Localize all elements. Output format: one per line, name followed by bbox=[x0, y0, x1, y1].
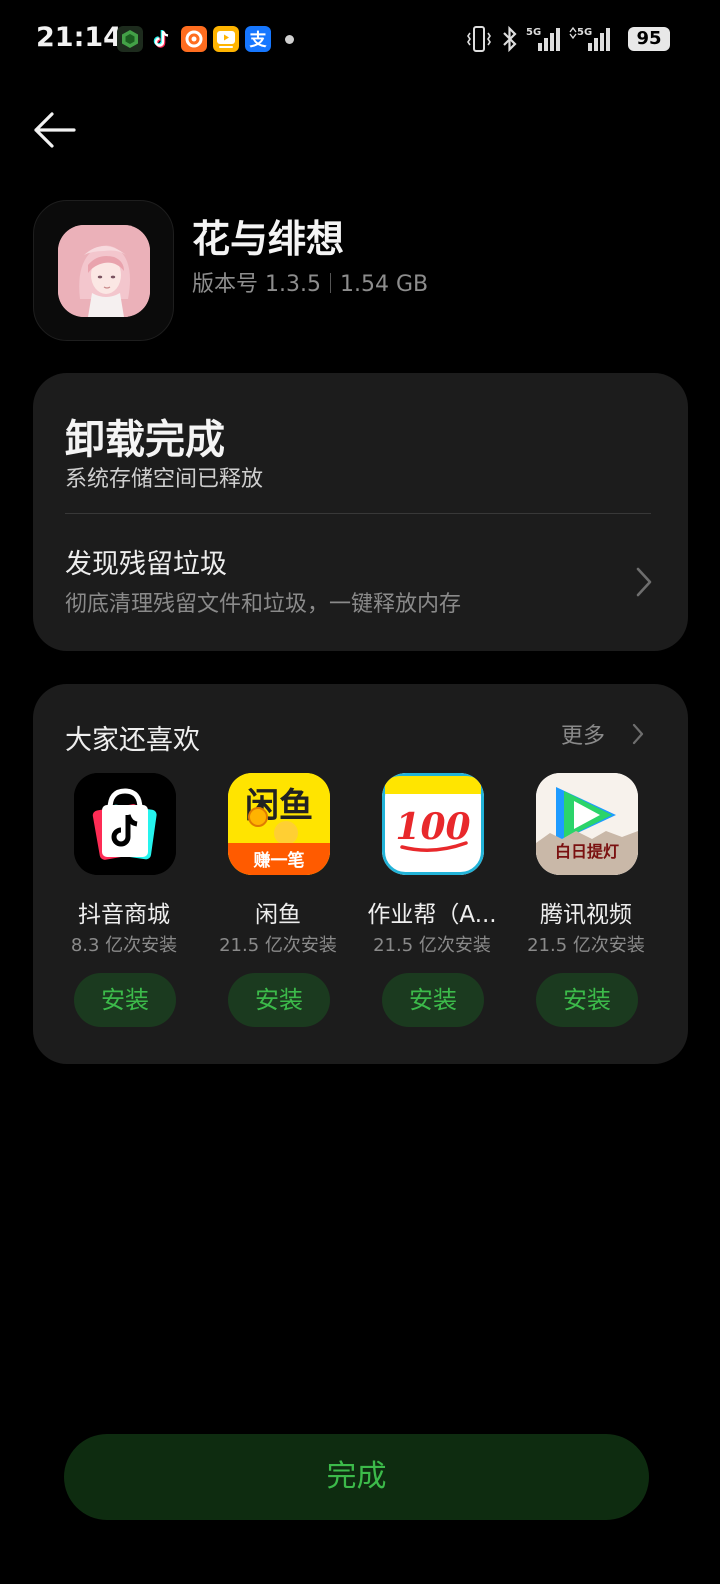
install-count: 21.5 亿次安装 bbox=[373, 935, 491, 956]
chevron-right-icon bbox=[636, 567, 652, 597]
recommended-app[interactable]: 白日提灯 腾讯视频 21.5 亿次安装 安装 bbox=[516, 773, 656, 1033]
douyin-mall-icon bbox=[74, 773, 176, 875]
app-size: 1.54 GB bbox=[339, 272, 429, 297]
app-name: 花与绯想 bbox=[192, 217, 345, 261]
douyin-icon bbox=[149, 26, 175, 52]
install-button[interactable]: 安装 bbox=[228, 973, 330, 1027]
app-meta: 版本号 1.3.5 1.54 GB bbox=[192, 266, 428, 298]
app-name: 闲鱼 bbox=[255, 902, 301, 928]
back-arrow-icon bbox=[34, 112, 76, 148]
app-name: 抖音商城 bbox=[78, 902, 170, 928]
app-name: 作业帮（A... bbox=[367, 902, 497, 928]
xianyu-icon: 闲鱼 赚一笔 bbox=[228, 773, 330, 875]
install-count: 21.5 亿次安装 bbox=[219, 935, 337, 956]
icon-text: 赚一笔 bbox=[253, 850, 305, 871]
install-button[interactable]: 安装 bbox=[536, 973, 638, 1027]
zuoyebang-icon: 100 bbox=[382, 773, 484, 875]
svg-text:5G: 5G bbox=[577, 27, 592, 38]
icon-text: 白日提灯 bbox=[555, 842, 619, 861]
more-button[interactable]: 更多 bbox=[561, 718, 644, 749]
done-button[interactable]: 完成 bbox=[64, 1434, 649, 1520]
install-button[interactable]: 安装 bbox=[74, 973, 176, 1027]
install-count: 21.5 亿次安装 bbox=[527, 935, 645, 956]
recommended-app[interactable]: 100 作业帮（A... 21.5 亿次安装 安装 bbox=[362, 773, 502, 1033]
install-button[interactable]: 安装 bbox=[382, 973, 484, 1027]
security-app-icon bbox=[117, 26, 143, 52]
anime-avatar-icon bbox=[58, 225, 150, 317]
tencent-video-icon: 白日提灯 bbox=[536, 773, 638, 875]
battery-indicator: 95 bbox=[628, 27, 670, 51]
recommended-app[interactable]: 抖音商城 8.3 亿次安装 安装 bbox=[54, 773, 194, 1033]
status-bar: 21:14 支 5G 5G 95 bbox=[0, 0, 720, 80]
meta-divider bbox=[329, 273, 331, 293]
app-icon-frame bbox=[33, 200, 174, 341]
uninstall-subtitle: 系统存储空间已释放 bbox=[65, 467, 264, 492]
uninstall-result-card: 卸载完成 系统存储空间已释放 发现残留垃圾 彻底清理残留文件和垃圾，一键释放内存 bbox=[33, 373, 688, 651]
junk-subtitle: 彻底清理残留文件和垃圾，一键释放内存 bbox=[65, 592, 462, 617]
junk-title: 发现残留垃圾 bbox=[65, 549, 227, 580]
svg-text:5G: 5G bbox=[526, 27, 541, 38]
alipay-icon: 支 bbox=[245, 26, 271, 52]
recommendations-title: 大家还喜欢 bbox=[65, 725, 200, 756]
bluetooth-icon bbox=[503, 25, 517, 53]
app-name: 腾讯视频 bbox=[540, 902, 632, 928]
app-version: 版本号 1.3.5 bbox=[192, 272, 321, 297]
status-time: 21:14 bbox=[36, 22, 122, 53]
icon-text: 100 bbox=[395, 806, 470, 848]
app-icon-orange bbox=[181, 26, 207, 52]
svg-text:支: 支 bbox=[250, 30, 268, 51]
video-app-icon bbox=[213, 26, 239, 52]
signal-icon-1: 5G bbox=[526, 27, 560, 51]
more-label: 更多 bbox=[561, 724, 606, 749]
residual-junk-row[interactable]: 发现残留垃圾 彻底清理残留文件和垃圾，一键释放内存 bbox=[33, 514, 688, 651]
chevron-right-icon bbox=[632, 723, 644, 745]
back-button[interactable] bbox=[30, 108, 82, 152]
install-count: 8.3 亿次安装 bbox=[70, 935, 178, 956]
recommended-app[interactable]: 闲鱼 赚一笔 闲鱼 21.5 亿次安装 安装 bbox=[208, 773, 348, 1033]
uninstall-title: 卸载完成 bbox=[65, 417, 225, 463]
more-notifications-dot bbox=[285, 35, 294, 44]
app-icon bbox=[58, 225, 150, 317]
recommendations-card: 大家还喜欢 更多 抖音商城 8.3 亿次安装 安装 闲鱼 赚一笔 闲鱼 21.5… bbox=[33, 684, 688, 1064]
vibrate-icon bbox=[467, 26, 491, 52]
signal-icon-2: 5G bbox=[569, 26, 610, 51]
